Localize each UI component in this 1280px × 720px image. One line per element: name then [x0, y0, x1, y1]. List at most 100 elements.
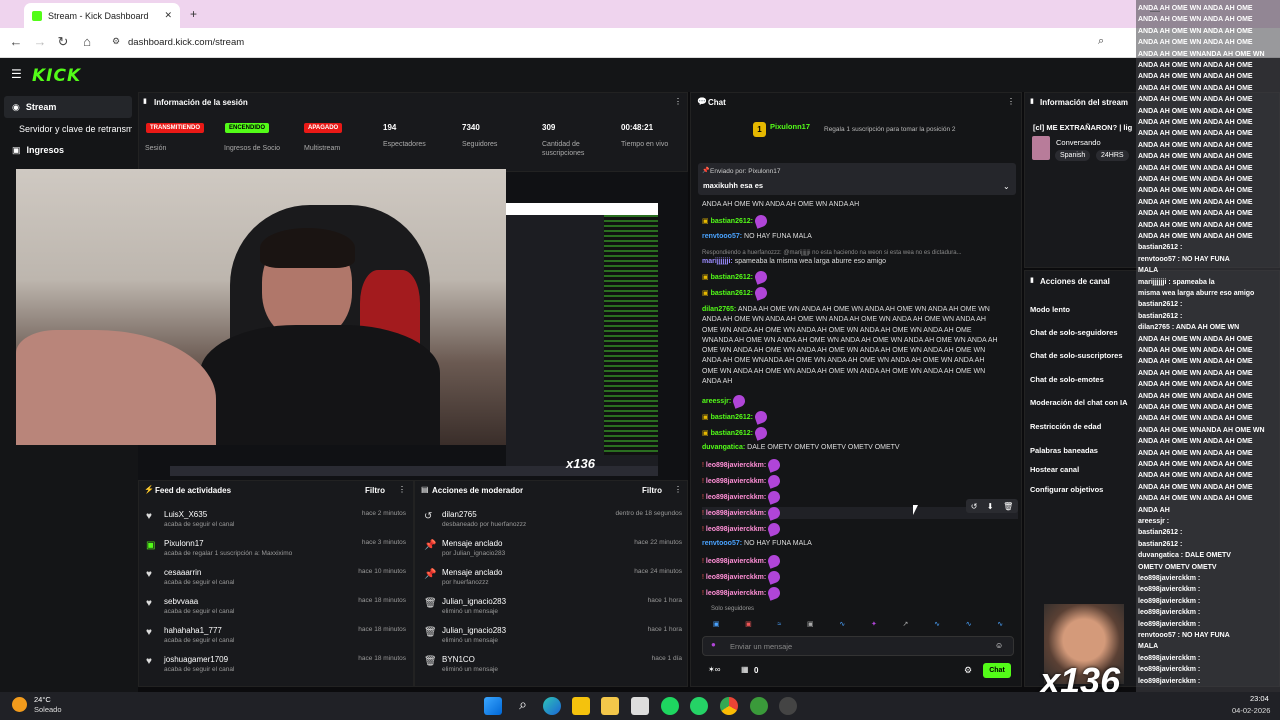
emote-icon[interactable]: ∿	[934, 620, 940, 628]
spotify-icon[interactable]	[661, 697, 679, 715]
search-icon[interactable]: ⌕	[514, 697, 532, 715]
mod-filter-button[interactable]: Filtro	[642, 486, 662, 495]
mod-user[interactable]: BYN1CO	[442, 655, 475, 664]
feed-more-icon[interactable]: ⋮	[398, 486, 406, 494]
feed-user[interactable]: LuisX_X635	[164, 510, 207, 519]
bag-icon[interactable]: ▦	[741, 666, 749, 674]
sidebar-item-stream[interactable]: ◉ Stream	[4, 96, 132, 118]
feed-user[interactable]: sebvvaaa	[164, 597, 198, 606]
gift-leader-user[interactable]: Pixulonn17	[770, 122, 810, 131]
chat-user[interactable]: leo898javierckkm:	[706, 494, 766, 501]
tag-chip[interactable]: 24HRS	[1096, 150, 1129, 161]
mod-user[interactable]: Julian_ignacio283	[442, 597, 506, 606]
settings-icon[interactable]: ⚙	[964, 666, 972, 675]
action-banned-words[interactable]: Palabras baneadas	[1030, 446, 1098, 455]
chat-user[interactable]: renvtooo57:	[702, 233, 742, 240]
feed-user[interactable]: hahahaha1_777	[164, 626, 222, 635]
edge-icon[interactable]	[543, 697, 561, 715]
new-tab-icon[interactable]: +	[190, 8, 197, 20]
chat-user[interactable]: renvtooo57:	[702, 540, 742, 547]
mod-user[interactable]: Mensaje anclado	[442, 568, 502, 577]
chat-user[interactable]: areessjr:	[702, 398, 731, 405]
chat-user[interactable]: marijjjjjji:	[702, 258, 733, 265]
back-icon[interactable]: ←	[8, 35, 24, 51]
mod-user[interactable]: Mensaje anclado	[442, 539, 502, 548]
emote-icon[interactable]: ∿	[839, 620, 845, 628]
chat-user[interactable]: bastian2612:	[711, 430, 753, 437]
chat-user[interactable]: bastian2612:	[711, 274, 753, 281]
explorer-icon[interactable]	[601, 697, 619, 715]
gift-leader-text[interactable]: Regala 1 suscripción para tomar la posic…	[824, 126, 956, 133]
chat-user[interactable]: leo898javierckkm:	[706, 526, 766, 533]
chat-user[interactable]: bastian2612:	[711, 218, 753, 225]
emote-icon[interactable]: ∿	[997, 620, 1003, 628]
feed-filter-button[interactable]: Filtro	[365, 486, 385, 495]
capture-icon[interactable]	[631, 697, 649, 715]
action-followers-only[interactable]: Chat de solo-seguidores	[1030, 328, 1118, 337]
feed-user[interactable]: cesaaarrin	[164, 568, 201, 577]
tag-chip[interactable]: Spanish	[1055, 150, 1091, 161]
stream-title[interactable]: [cl] ME EXTRAÑARON? | lig	[1033, 123, 1137, 132]
action-host-channel[interactable]: Hostear canal	[1030, 465, 1079, 474]
chat-user[interactable]: leo898javierckkm:	[706, 462, 766, 469]
emote-icon[interactable]: ↗	[903, 620, 909, 628]
sidebar-item-ingresos[interactable]: ▣ Ingresos	[4, 139, 132, 161]
send-chat-button[interactable]: Chat	[983, 663, 1011, 678]
chat-user[interactable]: dilan2765:	[702, 306, 736, 313]
obs-icon[interactable]	[779, 697, 797, 715]
action-slow-mode[interactable]: Modo lento	[1030, 305, 1070, 314]
chat-user[interactable]: leo898javierckkm:	[706, 558, 766, 565]
emoji-icon[interactable]: ☺	[995, 642, 1003, 650]
mic-icon[interactable]: ●	[711, 641, 716, 649]
url-field[interactable]: dashboard.kick.com/stream	[108, 33, 1138, 53]
action-goals[interactable]: Configurar objetivos	[1030, 485, 1103, 494]
chat-user[interactable]: bastian2612:	[711, 290, 753, 297]
site-info-icon[interactable]: ⚙	[112, 37, 120, 46]
chat-more-icon[interactable]: ⋮	[1007, 98, 1015, 106]
mod-user[interactable]: Julian_ignacio283	[442, 626, 506, 635]
sidebar-item-server[interactable]: Servidor y clave de retransm	[4, 118, 132, 140]
category-name[interactable]: Conversando	[1056, 138, 1101, 147]
emote-icon[interactable]: ▣	[745, 620, 752, 628]
zoom-icon[interactable]: ⌕	[1098, 36, 1104, 47]
browser-tab[interactable]: Stream - Kick Dashboard ✕	[24, 3, 180, 28]
kick-logo[interactable]: KICK	[32, 66, 81, 86]
whatsapp-icon[interactable]	[690, 697, 708, 715]
chat-user[interactable]: bastian2612:	[711, 414, 753, 421]
menu-icon[interactable]: ☰	[11, 68, 22, 80]
feed-user[interactable]: Pixulonn17	[164, 539, 204, 548]
action-ai-moderation[interactable]: Moderación del chat con IA	[1030, 398, 1128, 407]
chat-user[interactable]: leo898javierckkm:	[706, 590, 766, 597]
emote-icon[interactable]: ▣	[807, 620, 814, 628]
emote-icon[interactable]: ≈	[778, 621, 782, 628]
mod-more-icon[interactable]: ⋮	[674, 486, 682, 494]
home-icon[interactable]: ⌂	[79, 35, 95, 51]
emote-icon[interactable]: ✦	[871, 620, 877, 628]
clock-time[interactable]: 23:04	[1250, 694, 1269, 703]
weather-temp[interactable]: 24°C	[34, 695, 51, 704]
pinned-chevron-icon[interactable]: ⌄	[1003, 183, 1010, 191]
chat-user[interactable]: leo898javierckkm:	[706, 478, 766, 485]
chat-user[interactable]: leo898javierckkm:	[706, 574, 766, 581]
feed-user[interactable]: joshuagamer1709	[164, 655, 228, 664]
mod-user[interactable]: dilan2765	[442, 510, 477, 519]
points-icon[interactable]: ✶∞	[708, 666, 720, 674]
pin-message-icon[interactable]: ⬇	[987, 502, 994, 511]
chat-user[interactable]: leo898javierckkm:	[706, 510, 766, 517]
delete-icon[interactable]: 🗑	[1003, 502, 1013, 511]
action-subs-only[interactable]: Chat de solo-suscriptores	[1030, 351, 1123, 360]
xbox-icon[interactable]	[750, 697, 768, 715]
action-age-restriction[interactable]: Restricción de edad	[1030, 422, 1101, 431]
chat-user[interactable]: duvangatica:	[702, 444, 745, 451]
emote-icon[interactable]: ▣	[713, 620, 720, 628]
emote-icon[interactable]: ∿	[966, 620, 972, 628]
start-icon[interactable]	[484, 697, 502, 715]
forward-icon[interactable]: →	[32, 35, 48, 51]
reload-icon[interactable]: ↻	[55, 35, 71, 51]
action-emotes-only[interactable]: Chat de solo-emotes	[1030, 375, 1104, 384]
reply-icon[interactable]: ↺	[971, 502, 978, 511]
chrome-icon[interactable]	[720, 697, 738, 715]
store-icon[interactable]	[572, 697, 590, 715]
session-more-icon[interactable]: ⋮	[674, 98, 682, 106]
close-tab-icon[interactable]: ✕	[164, 11, 172, 20]
